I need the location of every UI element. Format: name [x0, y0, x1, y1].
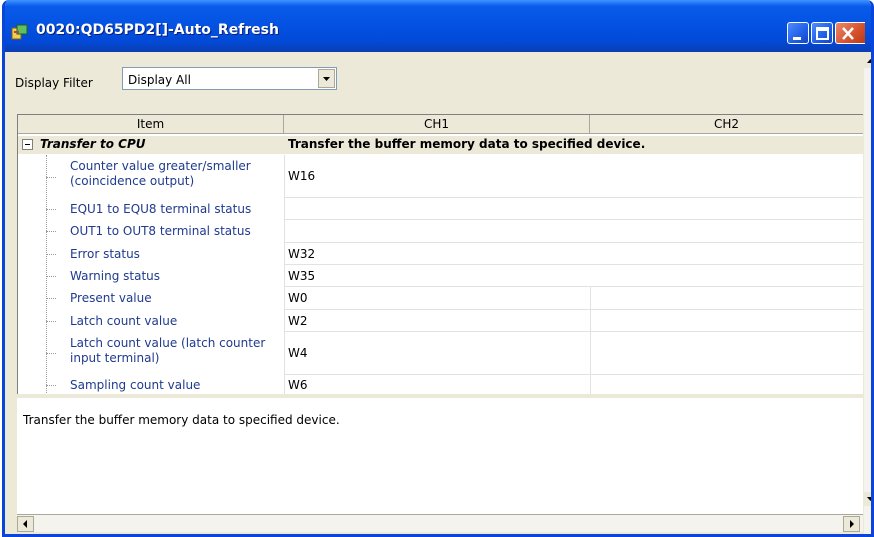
row-separator [284, 242, 863, 243]
tree-branch [46, 298, 56, 299]
row-ch1-error-status[interactable]: W32 [288, 247, 315, 261]
row-ch1-latch-count-terminal[interactable]: W4 [288, 346, 308, 360]
display-filter-value: Display All [128, 73, 191, 87]
group-description: Transfer the buffer memory data to speci… [288, 137, 646, 151]
row-item-warning-status[interactable]: Warning status [70, 269, 160, 283]
scroll-right-icon[interactable] [843, 516, 860, 532]
scroll-down-icon[interactable] [864, 492, 871, 506]
maximize-button[interactable] [811, 22, 833, 44]
row-separator [284, 264, 863, 265]
row-ch1-counter-value[interactable]: W16 [288, 169, 315, 183]
tree-branch [46, 209, 56, 210]
tree-branch [46, 231, 56, 232]
row-ch1-warning-status[interactable]: W35 [288, 269, 315, 283]
row-separator [284, 197, 863, 198]
column-separator [284, 155, 285, 394]
title-bar[interactable]: 0020:QD65PD2[]-Auto_Refresh [5, 0, 871, 52]
row-item-sampling-count[interactable]: Sampling count value [70, 378, 200, 392]
row-item-present-value[interactable]: Present value [70, 291, 152, 305]
description-text: Transfer the buffer memory data to speci… [23, 413, 340, 427]
display-filter-select[interactable]: Display All [122, 67, 337, 90]
row-ch1-present-value[interactable]: W0 [288, 291, 308, 305]
horizontal-scrollbar[interactable] [17, 514, 863, 532]
column-header-item[interactable]: Item [18, 115, 284, 134]
row-item-out-status[interactable]: OUT1 to OUT8 terminal status [70, 224, 251, 238]
row-item-error-status[interactable]: Error status [70, 247, 140, 261]
column-header-ch1[interactable]: CH1 [284, 115, 590, 134]
tree-guide [46, 155, 47, 394]
tree-branch [46, 254, 56, 255]
minimize-button[interactable] [787, 22, 809, 44]
scroll-up-icon[interactable] [864, 54, 871, 68]
tree-branch [46, 177, 56, 178]
row-separator [284, 331, 863, 332]
row-item-equ-status[interactable]: EQU1 to EQU8 terminal status [70, 202, 251, 216]
column-header-ch2[interactable]: CH2 [590, 115, 863, 134]
chevron-down-icon[interactable] [318, 69, 335, 88]
window-title: 0020:QD65PD2[]-Auto_Refresh [36, 22, 279, 38]
tree-branch [46, 353, 56, 354]
app-icon [11, 23, 29, 41]
collapse-icon[interactable] [22, 139, 33, 150]
column-separator [590, 286, 591, 394]
row-separator [284, 309, 863, 310]
settings-grid: Item CH1 CH2 Transfer to CPU Transfer th… [17, 114, 863, 394]
tree-branch [46, 276, 56, 277]
display-filter-label: Display Filter [15, 76, 93, 90]
row-item-latch-count-terminal[interactable]: Latch count value (latch counter input t… [70, 336, 280, 366]
row-separator [284, 286, 863, 287]
auto-refresh-window: 0020:QD65PD2[]-Auto_Refresh Display Filt… [2, 0, 874, 537]
vertical-scrollbar[interactable] [864, 54, 871, 534]
row-item-counter-value[interactable]: Counter value greater/smaller (coinciden… [70, 159, 280, 189]
row-ch1-latch-count[interactable]: W2 [288, 314, 308, 328]
row-ch1-sampling-count[interactable]: W6 [288, 378, 308, 392]
close-button[interactable] [835, 22, 865, 44]
row-separator [284, 219, 863, 220]
tree-branch [46, 385, 56, 386]
row-separator [284, 374, 863, 375]
scroll-left-icon[interactable] [17, 516, 34, 532]
tree-branch [46, 321, 56, 322]
group-label: Transfer to CPU [40, 137, 146, 151]
row-item-latch-count[interactable]: Latch count value [70, 314, 177, 328]
